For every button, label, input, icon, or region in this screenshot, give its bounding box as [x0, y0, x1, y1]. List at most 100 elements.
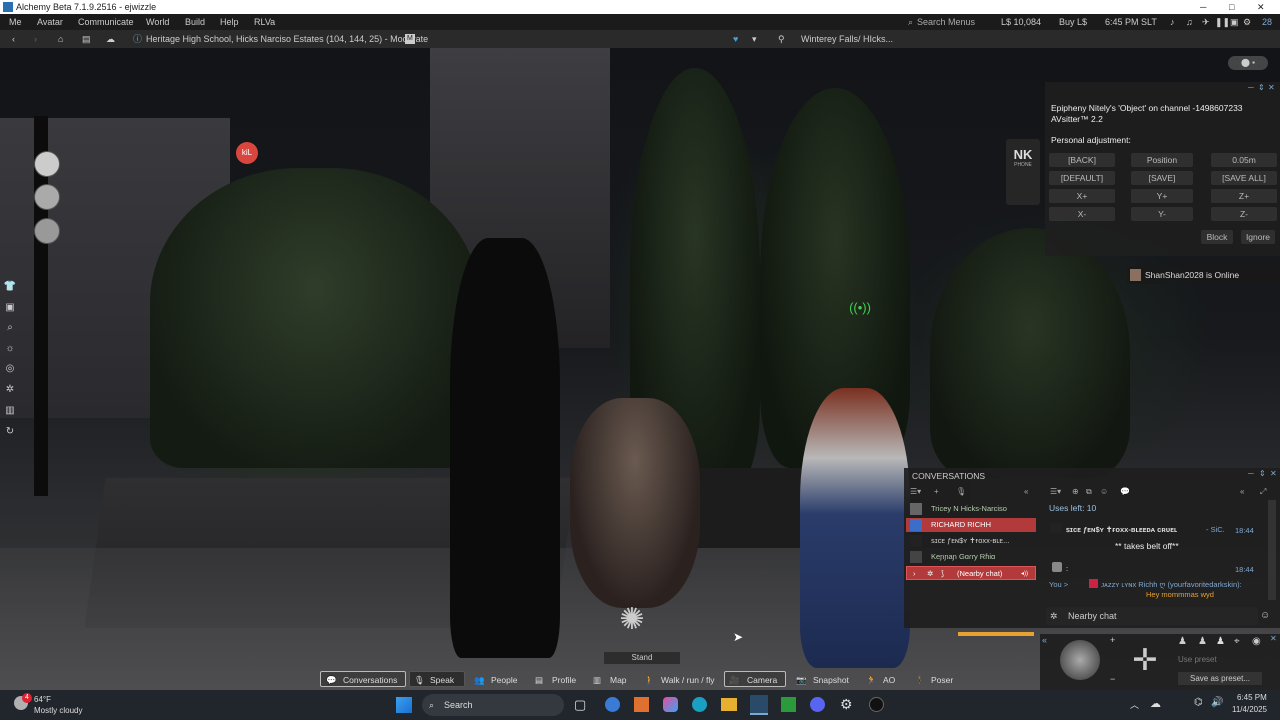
camera-preset-side-icon[interactable]: ♟ — [1198, 636, 1207, 647]
z-minus-button[interactable]: Z- — [1211, 207, 1277, 221]
expand-arrow-icon[interactable]: › — [913, 567, 916, 579]
save-all-button[interactable]: [SAVE ALL] — [1211, 171, 1277, 185]
z-plus-button[interactable]: Z+ — [1211, 189, 1277, 203]
settings-app-icon[interactable]: ⚙ — [840, 696, 853, 713]
minimap-toggle-icon[interactable]: ⬤ ▪ — [1228, 56, 1268, 70]
weather-widget[interactable]: 4 64°F Mostly cloudy — [10, 692, 120, 718]
conversation-item[interactable]: Tricey N Hicks-Narciso — [906, 502, 1036, 516]
conversation-item-selected[interactable]: RICHARD RICHH — [906, 518, 1036, 532]
tray-overflow-icon[interactable]: ︿ — [1130, 698, 1139, 711]
camera-close-icon[interactable]: ✕ — [1270, 634, 1277, 643]
nk-phone-badge[interactable]: NK PHONE — [1006, 139, 1040, 205]
chat-input[interactable]: ✲ Nearby chat — [1046, 607, 1258, 625]
favorite-heart-icon[interactable]: ♥ — [733, 30, 738, 48]
viewer-app-icon[interactable] — [750, 695, 768, 715]
y-minus-button[interactable]: Y- — [1131, 207, 1193, 221]
taskbar-search[interactable]: ⌕ Search — [422, 694, 564, 716]
conversation-item[interactable]: ꜱɪᴄᴇ ƒᴇɴ$ʏ ✝ғᴏxx-ʙʟᴇ... — [906, 534, 1036, 548]
shirt-hud-1[interactable] — [34, 151, 60, 177]
shirt-hud-2[interactable] — [34, 184, 60, 210]
parcel-info-icon[interactable]: ⓘ — [133, 30, 142, 48]
tray-clock-date[interactable]: 11/4/2025 — [1232, 705, 1267, 714]
volume-icon[interactable]: ♪ — [1170, 14, 1175, 30]
ignore-button[interactable]: Ignore — [1241, 230, 1275, 244]
flight-icon[interactable]: ✈ — [1202, 14, 1210, 30]
copilot-app-icon[interactable] — [663, 697, 678, 712]
conv-close-icon[interactable]: ✕ — [1270, 469, 1277, 478]
shirt-hud-3[interactable] — [34, 218, 60, 244]
chat-scrollbar[interactable] — [1268, 500, 1276, 600]
tray-cloud-icon[interactable]: ☁ — [1150, 697, 1161, 710]
conv-minimize-icon[interactable]: ─ — [1248, 469, 1254, 478]
toolbar-poser[interactable]: 🕴 Poser — [910, 671, 956, 687]
cloud-icon[interactable]: ☁ — [106, 30, 115, 48]
default-button[interactable]: [DEFAULT] — [1049, 171, 1115, 185]
file-explorer-icon[interactable] — [721, 698, 737, 711]
office-app-icon[interactable] — [634, 697, 649, 712]
chat-popout-icon[interactable]: ⤢ — [1260, 484, 1266, 500]
back-arrow-icon[interactable]: ‹ — [12, 30, 15, 48]
tray-network-icon[interactable]: ⌬ — [1194, 697, 1203, 708]
block-button[interactable]: Block — [1201, 230, 1233, 244]
settings-icon[interactable]: ✲ — [3, 383, 17, 397]
clothing-icon[interactable]: 👕 — [3, 280, 17, 294]
toolbar-speak[interactable]: 🎙 Speak — [409, 671, 465, 687]
conv-add-icon[interactable]: + — [934, 484, 939, 500]
tray-volume-icon[interactable]: 🔊 — [1211, 697, 1223, 708]
toolbar-people[interactable]: 👥 People — [470, 671, 522, 687]
save-button[interactable]: [SAVE] — [1131, 171, 1193, 185]
teleport-icon[interactable]: ⧉ — [1086, 484, 1092, 500]
sender-name[interactable]: ꜱɪᴄᴇ ƒᴇɴ$ʏ ✝ғᴏxx-ʙʟᴇᴇᴅᴀ ᴄʀᴜᴇʟ — [1066, 525, 1177, 534]
pin-icon[interactable]: ⚲ — [778, 30, 785, 48]
search-icon[interactable]: ⌕ — [3, 321, 17, 335]
x-minus-button[interactable]: X- — [1049, 207, 1115, 221]
location-field[interactable]: Heritage High School, Hicks Narciso Esta… — [146, 30, 428, 48]
menu-communicate[interactable]: Communicate — [78, 14, 134, 30]
game-pass-icon[interactable] — [781, 697, 796, 712]
menu-rlva[interactable]: RLVa — [254, 14, 275, 30]
chat-options-icon[interactable]: ☰▾ — [1050, 484, 1061, 500]
stand-label[interactable]: Stand — [604, 652, 680, 664]
location-dropdown-icon[interactable]: ▾ — [752, 30, 757, 48]
camera-object-icon[interactable]: ⌖ — [1234, 636, 1240, 647]
conv-sort-icon[interactable]: ☰▾ — [910, 484, 921, 500]
close-icon[interactable]: ✕ — [1257, 0, 1265, 14]
menu-help[interactable]: Help — [220, 14, 239, 30]
avatar-seated-man[interactable] — [570, 398, 700, 608]
dialog-close-icon[interactable]: ✕ — [1268, 83, 1275, 92]
camera-preset-front-icon[interactable]: ♟ — [1178, 636, 1187, 647]
emoji-icon[interactable]: ☺ — [1260, 610, 1270, 621]
avatar-dark-figure[interactable] — [450, 238, 560, 658]
maximize-icon[interactable]: □ — [1229, 0, 1234, 14]
camera-preset-rear-icon[interactable]: ♟ — [1216, 636, 1225, 647]
conv-pin-icon[interactable]: ⇕ — [1259, 469, 1266, 478]
conv-collapse-icon[interactable]: « — [1024, 484, 1028, 500]
add-friend-icon[interactable]: ⊕ — [1072, 484, 1079, 500]
hud-tag-icon[interactable]: kiL — [236, 142, 258, 164]
camera-collapse-icon[interactable]: « — [1042, 635, 1047, 645]
buy-currency-button[interactable]: Buy L$ — [1059, 14, 1087, 30]
inventory-icon[interactable]: ▣ — [3, 301, 17, 315]
use-preset-dropdown[interactable]: Use preset — [1178, 654, 1262, 666]
conversation-item-nearby[interactable]: › ✲ ⟆ (Nearby chat) ◂)) — [906, 566, 1036, 580]
toolbar-walk-run-fly[interactable]: 🚶 Walk / run / fly — [640, 671, 720, 687]
windows-start-icon[interactable] — [396, 697, 412, 713]
task-view-icon[interactable]: ▢ — [574, 697, 586, 713]
online-notification[interactable]: ShanShan2028 is Online — [1127, 266, 1280, 284]
discord-app-icon[interactable] — [810, 697, 825, 712]
dialog-pin-icon[interactable]: ⇕ — [1258, 83, 1265, 92]
conv-mic-icon[interactable]: 🎙 — [956, 484, 966, 500]
chrome-app-icon[interactable] — [605, 697, 620, 712]
speech-bubble-icon[interactable]: 💬 — [1120, 484, 1130, 500]
chat-collapse-icon[interactable]: « — [1240, 484, 1244, 500]
zoom-plus-icon[interactable]: + — [1110, 635, 1115, 645]
refresh-icon[interactable]: ↻ — [3, 425, 17, 439]
toolbar-map[interactable]: ▥ Map — [589, 671, 633, 687]
minimize-icon[interactable]: ─ — [1200, 0, 1206, 14]
x-plus-button[interactable]: X+ — [1049, 189, 1115, 203]
home-icon[interactable]: ⌂ — [58, 30, 63, 48]
position-button[interactable]: Position — [1131, 153, 1193, 167]
stand-icon[interactable]: ✺ — [612, 600, 652, 640]
avatar-seated-woman[interactable] — [800, 388, 910, 668]
toolbar-ao[interactable]: 🏃 AO — [862, 671, 898, 687]
